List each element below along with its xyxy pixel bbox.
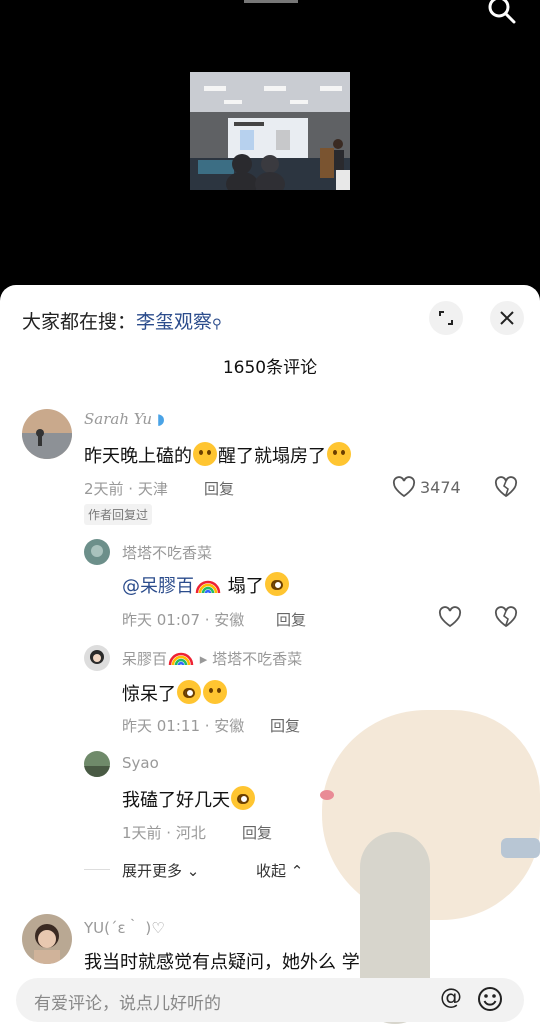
heart-icon[interactable] bbox=[438, 606, 462, 632]
reply-arrow-icon: ▸ bbox=[199, 650, 208, 668]
comment-input[interactable]: 有爱评论，说点儿好听的 @ bbox=[16, 978, 524, 1022]
reply-text: 我磕了好几天 bbox=[122, 786, 256, 812]
top-indicator bbox=[244, 0, 298, 3]
comment-count: 1650条评论 bbox=[222, 358, 318, 378]
close-icon[interactable] bbox=[490, 301, 524, 335]
reply-button[interactable]: 回复 bbox=[276, 609, 306, 630]
comment-text: 昨天晚上磕的 醒了就塌房了 bbox=[84, 442, 352, 468]
emoji-icon-grin bbox=[203, 680, 227, 704]
dislike-icon[interactable] bbox=[494, 606, 518, 632]
collapse-button[interactable]: 收起 ⌃ bbox=[256, 860, 303, 881]
emoji-icon-face bbox=[193, 442, 217, 466]
emoji-icon-face bbox=[327, 442, 351, 466]
avatar[interactable] bbox=[84, 751, 110, 777]
hot-search-bar[interactable]: 大家都在搜：李玺观察⚲ bbox=[22, 307, 222, 334]
hot-search-keyword[interactable]: 李玺观察 bbox=[136, 311, 212, 333]
like-count: 3474 bbox=[420, 478, 461, 497]
reply-username[interactable]: 塔塔不吃香菜 bbox=[122, 542, 212, 563]
reply-button[interactable]: 回复 bbox=[204, 478, 234, 499]
reply-meta: 1天前 · 河北 bbox=[122, 824, 206, 842]
reply-username[interactable]: Syao bbox=[122, 754, 159, 772]
blur-overlay bbox=[322, 710, 540, 920]
search-icon[interactable] bbox=[482, 0, 522, 28]
emoji-icon-shock bbox=[264, 572, 289, 596]
reply-meta: 昨天 01:07 · 安徽 bbox=[122, 611, 245, 629]
reply-meta: 昨天 01:11 · 安徽 bbox=[122, 717, 245, 735]
comment-meta: 2天前 · 天津 bbox=[84, 480, 168, 498]
video-thumbnail[interactable] bbox=[190, 72, 350, 190]
rainbow-icon bbox=[168, 652, 194, 666]
avatar[interactable] bbox=[84, 539, 110, 565]
emoji-icon-cry bbox=[231, 786, 255, 810]
mention-link[interactable]: @呆膠百 bbox=[122, 576, 194, 597]
emoji-icon-shock bbox=[177, 680, 201, 704]
avatar[interactable] bbox=[22, 914, 72, 964]
expand-more-button[interactable]: 展开更多 ⌄ bbox=[122, 860, 199, 881]
chevron-down-icon: ⌄ bbox=[186, 862, 200, 880]
reply-username[interactable]: 呆膠百 ▸ 塔塔不吃香菜 bbox=[122, 648, 302, 669]
reply-button[interactable]: 回复 bbox=[270, 715, 300, 736]
reply-button[interactable]: 回复 bbox=[242, 822, 272, 843]
search-mini-icon: ⚲ bbox=[212, 317, 222, 332]
blur-overlay bbox=[501, 838, 540, 858]
comment-username[interactable]: YU(´ε｀ )♡ bbox=[84, 917, 165, 938]
at-icon[interactable]: @ bbox=[440, 985, 462, 1010]
dislike-icon[interactable] bbox=[494, 476, 518, 502]
reply-text: @呆膠百 塌了 bbox=[122, 572, 290, 598]
reply-text: 惊呆了 bbox=[122, 680, 228, 706]
emoji-icon[interactable] bbox=[476, 985, 504, 1017]
expand-icon[interactable] bbox=[429, 301, 463, 335]
comment-username[interactable]: Sarah Yu ◗ bbox=[84, 410, 165, 428]
hot-search-prefix: 大家都在搜： bbox=[22, 311, 137, 333]
avatar[interactable] bbox=[22, 409, 72, 459]
avatar[interactable] bbox=[84, 645, 110, 671]
video-area[interactable] bbox=[0, 0, 540, 300]
dolphin-icon: ◗ bbox=[156, 410, 165, 428]
blur-overlay bbox=[320, 790, 334, 800]
comment-input-placeholder: 有爱评论，说点儿好听的 bbox=[34, 994, 221, 1014]
rainbow-icon bbox=[195, 580, 221, 594]
heart-icon[interactable] bbox=[392, 476, 416, 502]
author-replied-tag: 作者回复过 bbox=[84, 504, 153, 525]
chevron-up-icon: ⌃ bbox=[290, 862, 304, 880]
divider bbox=[84, 869, 110, 870]
